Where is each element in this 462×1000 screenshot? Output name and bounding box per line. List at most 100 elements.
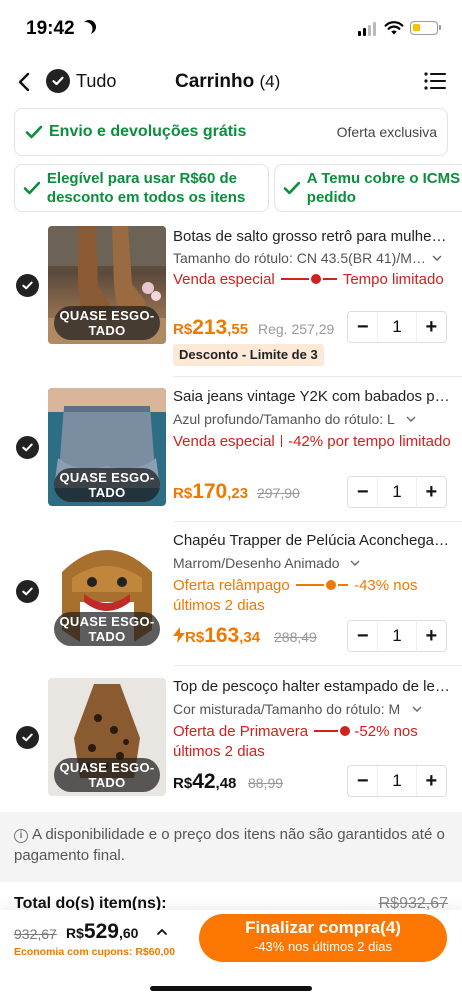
chevron-left-icon[interactable] bbox=[14, 70, 36, 94]
increase-quantity-button[interactable]: + bbox=[417, 621, 446, 651]
old-price: 297,90 bbox=[257, 485, 300, 501]
old-price: 88,99 bbox=[248, 775, 284, 791]
promo-card-icms[interactable]: A Temu cobre o ICMS pedido bbox=[274, 164, 462, 212]
shipping-label: Envio e devoluções grátis bbox=[49, 123, 247, 140]
promo-separator bbox=[280, 434, 282, 447]
quantity-stepper: − 1 + bbox=[347, 311, 447, 343]
product-image-skirt[interactable]: QUASE ESGO-TADO bbox=[48, 388, 166, 506]
item-checkbox[interactable] bbox=[16, 726, 39, 749]
select-all-label: Tudo bbox=[76, 70, 117, 91]
quantity-stepper: − 1 + bbox=[347, 476, 447, 508]
product-price: R$170,23 bbox=[173, 480, 249, 503]
variant-text: Cor misturada/Tamanho do rótulo: M bbox=[173, 701, 401, 717]
green-check-icon bbox=[283, 181, 301, 195]
shipping-banner[interactable]: Envio e devoluções grátis Oferta exclusi… bbox=[14, 108, 448, 156]
chevron-down-icon[interactable] bbox=[412, 705, 422, 713]
exclusive-offer-label: Oferta exclusiva bbox=[336, 124, 437, 140]
product-image-boots[interactable]: QUASE ESGO-TADO bbox=[48, 226, 166, 344]
product-image-top[interactable]: QUASE ESGO-TADO bbox=[48, 678, 166, 796]
low-stock-badge: QUASE ESGO-TADO bbox=[54, 758, 160, 792]
checkout-button[interactable]: Finalizar compra(4) -43% nos últimos 2 d… bbox=[199, 914, 447, 962]
quantity-stepper: − 1 + bbox=[347, 620, 447, 652]
promo-detail: Tempo limitado bbox=[342, 271, 444, 288]
increase-quantity-button[interactable]: + bbox=[417, 312, 446, 342]
promo-label: Venda especial bbox=[173, 271, 275, 288]
product-variant[interactable]: Marrom/Desenho Animado bbox=[173, 555, 433, 571]
green-check-icon bbox=[23, 181, 41, 195]
product-variant[interactable]: Cor misturada/Tamanho do rótulo: M bbox=[173, 701, 433, 717]
chevron-down-icon[interactable] bbox=[406, 415, 416, 423]
decrease-quantity-button[interactable]: − bbox=[348, 621, 377, 651]
page-title-text: Carrinho bbox=[175, 71, 255, 92]
list-icon[interactable] bbox=[424, 72, 446, 90]
order-total[interactable]: R$529,60 bbox=[66, 920, 138, 944]
chevron-up-icon[interactable] bbox=[156, 926, 168, 938]
promo-timer: Oferta relâmpago -43% nos últimos 2 dias bbox=[173, 576, 451, 616]
product-price: R$42,48 bbox=[173, 770, 237, 793]
promo-timer: Oferta de Primavera -52% nos últimos 2 d… bbox=[173, 722, 451, 762]
cart-count: (4) bbox=[259, 72, 281, 91]
promo-discount-label: Elegível para usar R$60 de desconto em t… bbox=[46, 170, 246, 206]
lightning-icon bbox=[173, 627, 185, 643]
promo-timer: Venda especial -42% por tempo limitado bbox=[173, 432, 451, 452]
home-indicator bbox=[150, 986, 312, 991]
promo-timer: Venda especial Tempo limitado bbox=[173, 270, 451, 290]
availability-notice: iA disponibilidade e o preço dos itens n… bbox=[0, 812, 462, 882]
quantity-value[interactable]: 1 bbox=[377, 621, 417, 651]
decrease-quantity-button[interactable]: − bbox=[348, 312, 377, 342]
page-title: Carrinho (4) bbox=[175, 71, 280, 93]
low-stock-badge: QUASE ESGO-TADO bbox=[54, 468, 160, 502]
cart-item: QUASE ESGO-TADO Saia jeans vintage Y2K c… bbox=[0, 378, 462, 524]
item-checkbox[interactable] bbox=[16, 274, 39, 297]
checkout-bar: 932,67 R$529,60 Economia com cupons: R$6… bbox=[0, 910, 462, 1000]
checkout-sublabel: -43% nos últimos 2 dias bbox=[253, 939, 392, 954]
coupon-savings: Economia com cupons: R$60,00 bbox=[14, 946, 176, 958]
select-all-toggle[interactable]: Tudo bbox=[46, 69, 116, 93]
item-checkbox[interactable] bbox=[16, 580, 39, 603]
info-icon: i bbox=[14, 829, 28, 843]
product-image-hat[interactable]: QUASE ESGO-TADO bbox=[48, 532, 166, 650]
chevron-down-icon[interactable] bbox=[432, 254, 442, 262]
quantity-value[interactable]: 1 bbox=[377, 312, 417, 342]
quantity-value[interactable]: 1 bbox=[377, 766, 417, 796]
signal-icon bbox=[358, 22, 376, 36]
item-checkbox[interactable] bbox=[16, 436, 39, 459]
decrease-quantity-button[interactable]: − bbox=[348, 477, 377, 507]
increase-quantity-button[interactable]: + bbox=[417, 477, 446, 507]
promo-card-discount[interactable]: Elegível para usar R$60 de desconto em t… bbox=[14, 164, 269, 212]
wifi-icon bbox=[384, 21, 404, 35]
promo-label: Oferta de Primavera bbox=[173, 723, 309, 740]
quantity-value[interactable]: 1 bbox=[377, 477, 417, 507]
status-bar: 19:42 bbox=[0, 0, 462, 56]
low-stock-badge: QUASE ESGO-TADO bbox=[54, 306, 160, 340]
product-price: R$213,55 bbox=[173, 316, 249, 339]
product-variant[interactable]: Azul profundo/Tamanho do rótulo: L bbox=[173, 411, 433, 427]
product-name[interactable]: Chapéu Trapper de Pelúcia Aconchegante bbox=[173, 532, 451, 549]
moon-icon bbox=[79, 17, 98, 36]
product-price: R$163,34 bbox=[173, 624, 260, 648]
chevron-down-icon[interactable] bbox=[350, 559, 360, 567]
promo-detail: -42% por tempo limitado bbox=[288, 433, 451, 450]
cart-item: QUASE ESGO-TADO Chapéu Trapper de Pelúci… bbox=[0, 522, 462, 668]
battery-icon bbox=[410, 21, 441, 35]
green-check-icon bbox=[25, 125, 43, 139]
timer-bar bbox=[314, 729, 339, 732]
promo-label: Oferta relâmpago bbox=[173, 577, 290, 594]
notice-text: A disponibilidade e o preço dos itens nã… bbox=[14, 826, 445, 864]
product-variant[interactable]: Tamanho do rótulo: CN 43.5(BR 41)/Marrom bbox=[173, 250, 433, 266]
product-name[interactable]: Top de pescoço halter estampado de leopa… bbox=[173, 678, 451, 695]
quantity-stepper: − 1 + bbox=[347, 765, 447, 797]
low-stock-badge: QUASE ESGO-TADO bbox=[54, 612, 160, 646]
decrease-quantity-button[interactable]: − bbox=[348, 766, 377, 796]
cart-item: QUASE ESGO-TADO Top de pescoço halter es… bbox=[0, 666, 462, 812]
timer-bar bbox=[280, 277, 309, 280]
checkout-label: Finalizar compra(4) bbox=[245, 918, 401, 937]
product-name[interactable]: Saia jeans vintage Y2K com babados para … bbox=[173, 388, 451, 405]
product-name[interactable]: Botas de salto grosso retrô para mulhere… bbox=[173, 228, 451, 245]
increase-quantity-button[interactable]: + bbox=[417, 766, 446, 796]
status-time: 19:42 bbox=[26, 18, 75, 39]
promo-carousel[interactable]: Elegível para usar R$60 de desconto em t… bbox=[14, 164, 462, 212]
cart-header: Tudo Carrinho (4) bbox=[0, 56, 462, 108]
cart-item: QUASE ESGO-TADO Botas de salto grosso re… bbox=[0, 222, 462, 378]
old-total: 932,67 bbox=[14, 926, 57, 942]
